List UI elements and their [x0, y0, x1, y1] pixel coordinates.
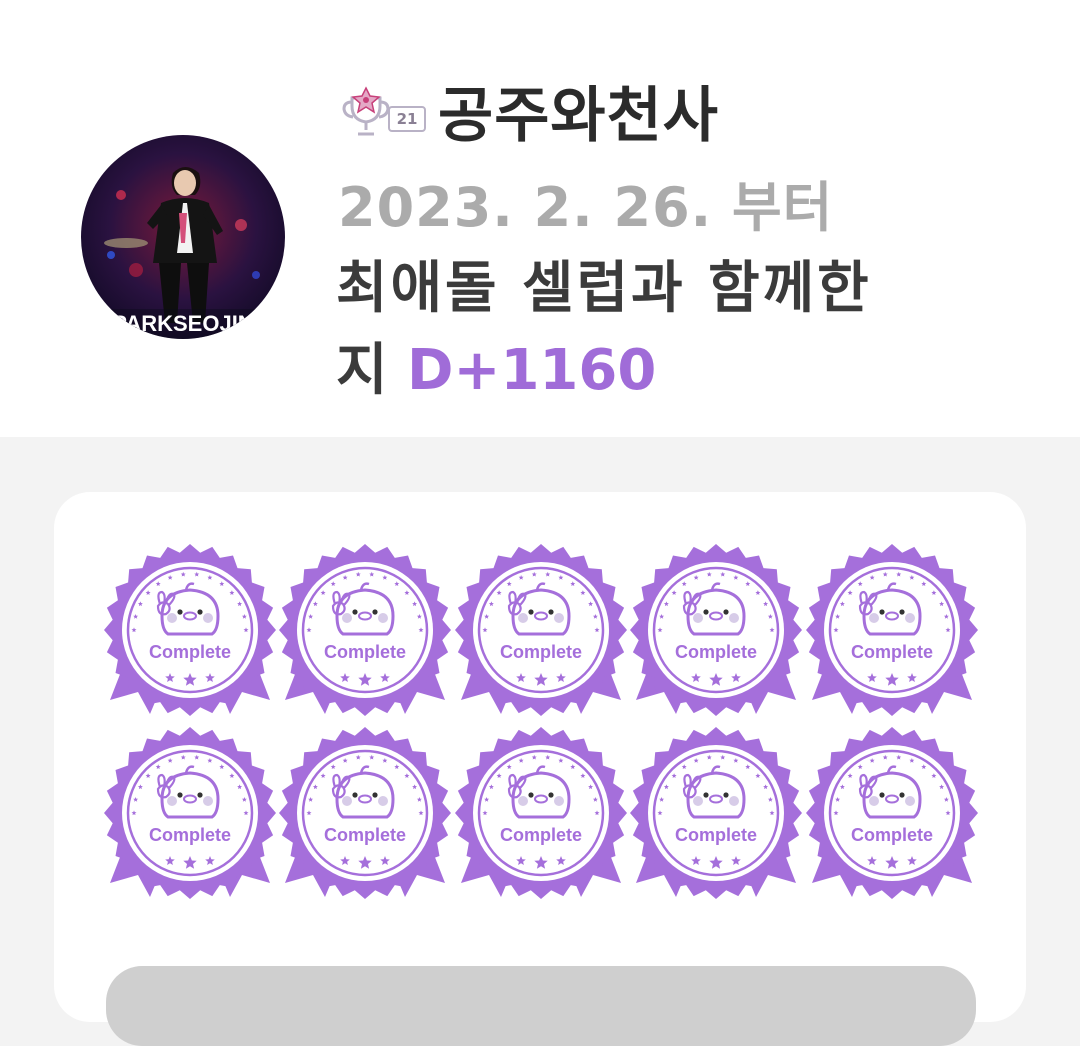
complete-badge[interactable]: Complete [804, 725, 980, 908]
badge-medal-icon: Complete [630, 727, 803, 899]
dday-prefix: 지 [336, 338, 388, 403]
complete-badge[interactable]: Complete [278, 542, 454, 725]
level-trophy: 21 [338, 80, 430, 140]
complete-badge[interactable]: Complete [804, 542, 980, 725]
badge-label: Complete [675, 642, 757, 662]
action-button[interactable] [106, 966, 976, 1046]
complete-badge[interactable]: Complete [453, 725, 629, 908]
complete-badge[interactable]: Complete [629, 542, 805, 725]
nickname: 공주와천사 [438, 80, 719, 151]
badge-label: Complete [149, 825, 231, 845]
badge-label: Complete [851, 642, 933, 662]
complete-badge[interactable]: Complete [629, 725, 805, 908]
dday-line: 지 D+1160 [336, 325, 656, 406]
badge-medal-icon: Complete [279, 727, 452, 899]
badge-label: Complete [500, 825, 582, 845]
name-row: 21 공주와천사 [338, 70, 719, 151]
badge-label: Complete [851, 825, 933, 845]
badge-medal-icon: Complete [805, 727, 978, 899]
profile-header: PARKSEOJIN 21 공주와천사 2023. 2. 26. 부터 최애돌 … [0, 0, 1080, 437]
badge-medal-icon: Complete [805, 544, 978, 716]
celeb-text: 최애돌 셀럽과 함께한 [336, 256, 872, 321]
avatar-caption: PARKSEOJIN [112, 311, 253, 336]
badge-medal-icon: Complete [103, 544, 276, 716]
avatar-photo: PARKSEOJIN [81, 135, 285, 339]
trophy-icon [342, 86, 390, 136]
badge-label: Complete [324, 642, 406, 662]
complete-badge[interactable]: Complete [102, 542, 278, 725]
since-date: 2023. 2. 26. 부터 [338, 176, 834, 239]
badge-medal-icon: Complete [454, 544, 627, 716]
badge-card: Complete Complete Complete Complete Complete… [54, 492, 1026, 1046]
badge-medal-icon: Complete [279, 544, 452, 716]
dday-value: D+1160 [407, 338, 657, 403]
badge-medal-icon: Complete [454, 727, 627, 899]
badge-label: Complete [324, 825, 406, 845]
badge-label: Complete [149, 642, 231, 662]
badge-medal-icon: Complete [630, 544, 803, 716]
badge-label: Complete [675, 825, 757, 845]
avatar[interactable]: PARKSEOJIN [81, 135, 285, 339]
complete-badge[interactable]: Complete [278, 725, 454, 908]
complete-badge[interactable]: Complete [453, 542, 629, 725]
level-badge: 21 [388, 106, 426, 132]
badge-medal-icon: Complete [103, 727, 276, 899]
badge-label: Complete [500, 642, 582, 662]
badge-grid: Complete Complete Complete Complete Complete… [102, 542, 980, 908]
complete-badge[interactable]: Complete [102, 725, 278, 908]
